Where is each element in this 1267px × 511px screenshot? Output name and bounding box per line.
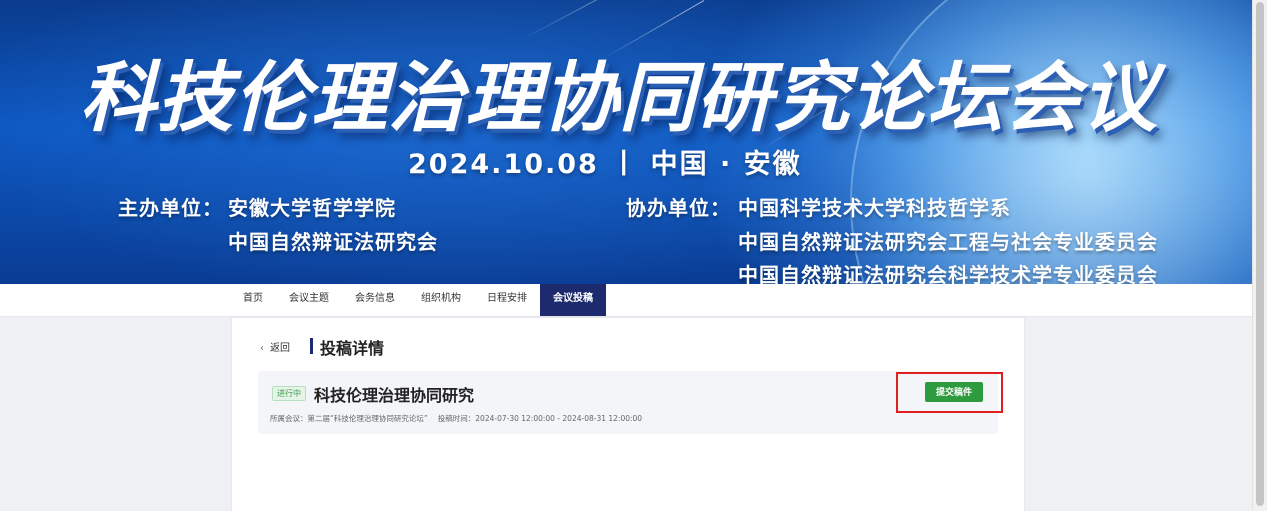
conference-banner: 科技伦理治理协同研究论坛会议 2024.10.08 丨 中国 · 安徽 主办单位… — [0, 0, 1253, 284]
scrollbar-thumb[interactable] — [1256, 2, 1264, 506]
section-accent-bar — [310, 338, 313, 354]
host-org-2: 中国自然辩证法研究会 — [228, 230, 438, 254]
cohost-org-1: 中国科学技术大学科技哲学系 — [738, 196, 1011, 220]
main-nav: 首页 会议主题 会务信息 组织机构 日程安排 会议投稿 — [0, 284, 1253, 317]
cohost-org-3: 中国自然辩证法研究会科学技术学专业委员会 — [738, 263, 1158, 284]
submission-detail-panel: ‹ 返回 投稿详情 进行中 科技伦理治理协同研究 所属会议：第二届“科技伦理治理协… — [231, 317, 1025, 511]
nav-item-submission[interactable]: 会议投稿 — [540, 284, 606, 316]
nav-item-schedule[interactable]: 日程安排 — [474, 284, 540, 316]
submission-time: 投稿时间：2024-07-30 12:00:00 - 2024-08-31 12… — [437, 414, 643, 423]
submission-card: 进行中 科技伦理治理协同研究 所属会议：第二届“科技伦理治理协同研究论坛” 投稿时… — [258, 371, 998, 434]
nav-item-info[interactable]: 会务信息 — [342, 284, 408, 316]
cohost-label: 协办单位： — [626, 196, 731, 220]
cohost-org-2: 中国自然辩证法研究会工程与社会专业委员会 — [738, 230, 1158, 254]
card-meta: 所属会议：第二届“科技伦理治理协同研究论坛” 投稿时间：2024-07-30 12… — [270, 413, 652, 424]
host-label: 主办单位： — [118, 196, 223, 220]
back-link[interactable]: ‹ 返回 — [260, 339, 290, 354]
section-title: 投稿详情 — [320, 339, 385, 358]
light-streak — [519, 0, 662, 41]
status-badge: 进行中 — [272, 386, 306, 401]
page-scrollbar[interactable] — [1252, 0, 1267, 510]
nav-item-topics[interactable]: 会议主题 — [276, 284, 342, 316]
meeting-name: 所属会议：第二届“科技伦理治理协同研究论坛” — [270, 414, 428, 423]
banner-dateline: 2024.10.08 丨 中国 · 安徽 — [408, 149, 802, 180]
chevron-left-icon: ‹ — [260, 343, 264, 354]
banner-title: 科技伦理治理协同研究论坛会议 — [80, 53, 1158, 142]
back-label: 返回 — [270, 343, 290, 354]
nav-item-organization[interactable]: 组织机构 — [408, 284, 474, 316]
host-org-1: 安徽大学哲学学院 — [228, 196, 396, 220]
nav-item-home[interactable]: 首页 — [230, 284, 276, 316]
paper-title: 科技伦理治理协同研究 — [314, 386, 475, 405]
submit-manuscript-button[interactable]: 提交稿件 — [925, 382, 983, 402]
